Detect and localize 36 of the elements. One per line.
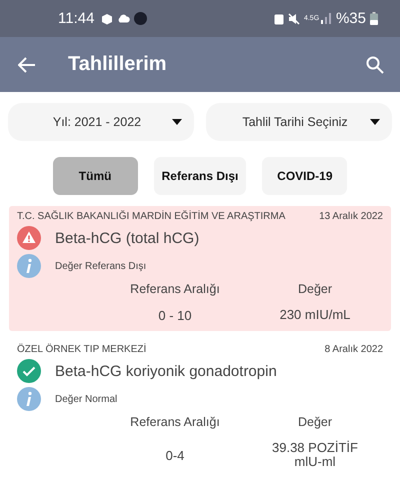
filter-tab[interactable]: Referans Dışı bbox=[154, 157, 246, 195]
screen-title: Tahlillerim bbox=[68, 53, 168, 76]
caret-icon bbox=[172, 119, 182, 125]
caret-icon bbox=[370, 119, 380, 125]
cloud-icon bbox=[117, 14, 130, 23]
battery-icon bbox=[370, 12, 378, 25]
column-label: Referans Aralığı bbox=[129, 415, 221, 429]
reference-range: 0-4 bbox=[164, 448, 186, 463]
info-icon bbox=[17, 387, 41, 411]
institution-name: T.C. SAĞLIK BAKANLIĞI MARDİN EĞİTİM VE ARAŞTIRMA bbox=[17, 211, 286, 222]
result-value: 230 mIU/mL bbox=[278, 308, 352, 323]
dropdown[interactable]: Yıl: 2021 - 2022 bbox=[8, 103, 194, 141]
test-name: Beta-hCG (total hCG) bbox=[55, 230, 200, 246]
test-name: Beta-hCG koriyonik gonadotropin bbox=[55, 362, 277, 380]
result-date: 8 Aralık 2022 bbox=[324, 344, 383, 355]
result-card[interactable]: T.C. SAĞLIK BAKANLIĞI MARDİN EĞİTİM VE ARAŞTIRMA 13 Aralık 2022 Beta-hCG (total hCG) Değer Referans Dışı Referans Aralığı Değer 0 - 10 230 mIU/mL bbox=[9, 206, 391, 331]
info-icon bbox=[17, 254, 41, 278]
back-icon[interactable] bbox=[18, 56, 36, 72]
battery-level: %35 bbox=[336, 10, 366, 27]
result-date: 13 Aralık 2022 bbox=[319, 211, 383, 222]
clock: 11:44 bbox=[58, 10, 94, 27]
column-label: Değer bbox=[296, 282, 334, 296]
filter-tab[interactable]: Tümü bbox=[52, 157, 138, 195]
institution-name: ÖZEL ÖRNEK TIP MERKEZİ bbox=[17, 344, 146, 355]
result-value: 39.38 POZİTİF mlU-ml bbox=[271, 441, 359, 470]
box-icon bbox=[101, 12, 114, 24]
reference-range: 0 - 10 bbox=[157, 308, 193, 323]
status-note: Değer Referans Dışı bbox=[55, 260, 146, 272]
signal-icon bbox=[320, 13, 332, 24]
filter-tab[interactable]: COVID-19 bbox=[262, 157, 348, 195]
dropdown[interactable]: Tahlil Tarihi Seçiniz bbox=[206, 103, 392, 141]
column-label: Referans Aralığı bbox=[129, 282, 221, 296]
status-note: Değer Normal bbox=[55, 394, 118, 404]
mute-icon bbox=[288, 12, 300, 24]
search-icon[interactable] bbox=[366, 56, 384, 74]
column-label: Değer bbox=[296, 415, 334, 429]
